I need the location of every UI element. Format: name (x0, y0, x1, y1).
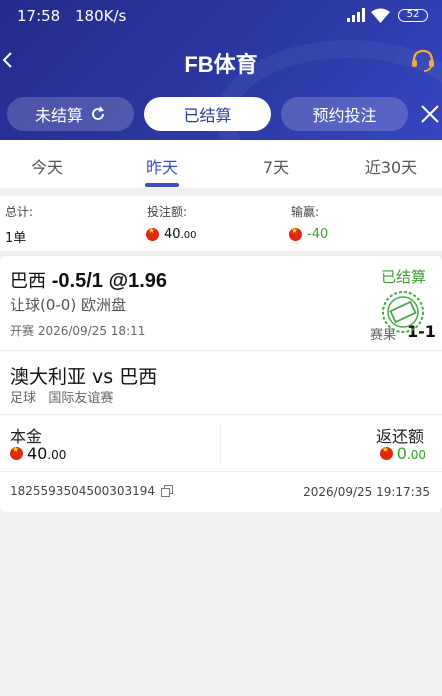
status-bar: 17:58 180K/s 52 (0, 0, 442, 32)
copy-icon[interactable] (161, 485, 174, 497)
total-value: 1单 (5, 231, 27, 246)
tab-settled-label: 已结算 (183, 106, 232, 125)
summary-panel: 总计: 1单 投注额: 40.00 输赢: -40 (0, 196, 442, 251)
divider (0, 414, 442, 415)
battery-icon: 52 (398, 9, 428, 22)
sport-name: 足球 (10, 391, 37, 406)
win-loss-value: -40 (289, 226, 329, 242)
bet-market: 让球(0-0) 欧洲盘 (10, 296, 126, 314)
order-number-text: 1825593504500303194 (10, 484, 156, 498)
cny-flag-icon (379, 445, 393, 460)
date-tab-yesterday[interactable]: 昨天 (107, 154, 217, 178)
bet-team: 巴西 (10, 271, 46, 292)
bet-odds: @1.96 (108, 270, 168, 292)
bet-selection: 巴西 -0.5/1 @1.96 (10, 267, 167, 293)
tab-settled[interactable]: 已结算 (144, 97, 271, 131)
settled-stamp-icon (382, 291, 424, 333)
signal-icon (347, 8, 365, 22)
cny-flag-icon (10, 445, 23, 460)
date-filter-bar: 今天 昨天 7天 近30天 (0, 140, 442, 188)
tab-booking[interactable]: 预约投注 (281, 97, 408, 131)
league-info: 足球 国际友谊赛 (10, 387, 113, 406)
status-time: 17:58 (17, 7, 61, 25)
tab-unsettled[interactable]: 未结算 (7, 97, 134, 131)
page-title: FB体育 (184, 52, 258, 77)
match-teams: 澳大利亚 vs 巴西 (10, 366, 158, 388)
return-dec: .00 (406, 448, 426, 462)
customer-service-icon[interactable] (410, 47, 436, 73)
stake-int: 40 (164, 227, 181, 242)
kickoff-time: 开赛 2026/09/25 18:11 (10, 324, 146, 338)
league-name: 国际友谊赛 (48, 391, 114, 406)
vertical-divider (220, 424, 221, 464)
win-loss-amount: -40 (307, 227, 329, 242)
refresh-icon[interactable] (90, 106, 106, 122)
divider (0, 471, 442, 472)
date-tab-30days[interactable]: 近30天 (336, 154, 442, 178)
tab-booking-label: 预约投注 (312, 106, 377, 125)
stake-label: 投注额: (147, 205, 188, 219)
cny-flag-icon (289, 226, 302, 241)
date-tab-7days[interactable]: 7天 (221, 154, 331, 178)
network-speed: 180K/s (75, 7, 127, 25)
date-tab-today[interactable]: 今天 (0, 154, 102, 178)
stake-dec: .00 (180, 230, 197, 241)
order-time: 2026/09/25 19:17:35 (303, 485, 430, 499)
divider (0, 350, 442, 351)
order-number: 1825593504500303194 (10, 484, 174, 498)
win-loss-label: 输赢: (291, 205, 320, 219)
cny-flag-icon (146, 226, 159, 241)
settled-status: 已结算 (381, 268, 427, 286)
tab-unsettled-label: 未结算 (34, 106, 83, 125)
bet-card[interactable]: 巴西 -0.5/1 @1.96 已结算 让球(0-0) 欧洲盘 开赛 2026/… (0, 256, 442, 512)
total-label: 总计: (5, 205, 34, 219)
return-int: 0 (396, 444, 407, 463)
bet-line: -0.5/1 (51, 270, 103, 292)
wifi-icon (371, 8, 390, 23)
header: 17:58 180K/s 52 FB体育 未结算 已结算 预约投注 (0, 0, 442, 140)
close-icon[interactable] (419, 103, 441, 125)
stake-value: 40.00 (146, 226, 197, 242)
active-tab-indicator (145, 183, 179, 187)
return-value: 0.00 (379, 444, 426, 463)
principal-dec: .00 (47, 448, 67, 462)
principal-int: 40 (27, 444, 48, 463)
principal-value: 40.00 (10, 444, 66, 463)
